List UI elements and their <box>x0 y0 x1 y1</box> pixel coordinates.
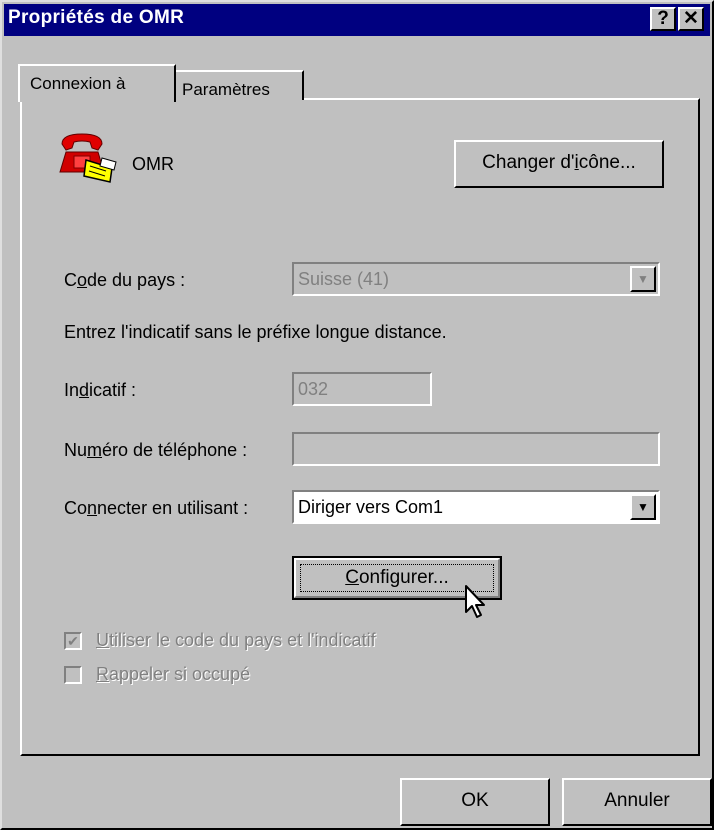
tab-connexion-label: Connexion à <box>30 74 126 93</box>
ok-button[interactable]: OK <box>400 778 550 826</box>
mouse-cursor-icon <box>465 585 485 618</box>
change-icon-button[interactable]: Changer d'icône... <box>454 140 664 188</box>
configure-label-accel: C <box>345 567 359 588</box>
country-label: Code du pays : <box>64 270 186 290</box>
cancel-button[interactable]: Annuler <box>562 778 712 826</box>
area-code-label: Indicatif : <box>64 380 137 400</box>
tab-panel: OMR Changer d'icône... Code du pays : Su… <box>20 98 700 756</box>
checkbox-redial-label: Rappeler si occupé <box>96 664 251 684</box>
phone-number-label: Numéro de téléphone : <box>64 440 248 460</box>
change-icon-label-pre: Changer d' <box>482 152 575 173</box>
phone-number-input[interactable] <box>292 432 660 466</box>
title-bar: Propriétés de OMR ? ✕ <box>4 4 710 36</box>
configure-label-post: onfigurer... <box>358 567 449 588</box>
area-code-input[interactable]: 032 <box>292 372 432 406</box>
area-code-hint: Entrez l'indicatif sans le préfixe longu… <box>64 322 447 342</box>
tab-parametres[interactable]: Paramètres <box>174 70 304 100</box>
checkbox-redial[interactable] <box>64 666 82 684</box>
country-select[interactable]: Suisse (41) ▼ <box>292 262 660 296</box>
change-icon-label-post: cône... <box>578 152 636 173</box>
connect-using-label: Connecter en utilisant : <box>64 498 249 518</box>
chevron-down-icon[interactable]: ▼ <box>630 494 656 520</box>
window-title: Propriétés de OMR <box>8 7 185 28</box>
properties-dialog: Propriétés de OMR ? ✕ Connexion à Paramè… <box>0 0 714 830</box>
tab-parametres-label: Paramètres <box>182 80 270 99</box>
chevron-down-icon[interactable]: ▼ <box>630 266 656 292</box>
checkbox-use-country-code[interactable]: ✔ <box>64 632 82 650</box>
checkbox-use-country-code-label: Utiliser le code du pays et l'indicatif <box>96 630 376 650</box>
help-button[interactable]: ? <box>650 7 676 31</box>
tab-connexion[interactable]: Connexion à <box>18 64 176 102</box>
connection-name: OMR <box>132 154 174 174</box>
country-select-value: Suisse (41) <box>298 269 390 289</box>
connect-using-select[interactable]: Diriger vers Com1 ▼ <box>292 490 660 524</box>
close-button[interactable]: ✕ <box>678 7 704 31</box>
connect-using-value: Diriger vers Com1 <box>298 497 444 517</box>
telephone-icon <box>59 133 117 183</box>
